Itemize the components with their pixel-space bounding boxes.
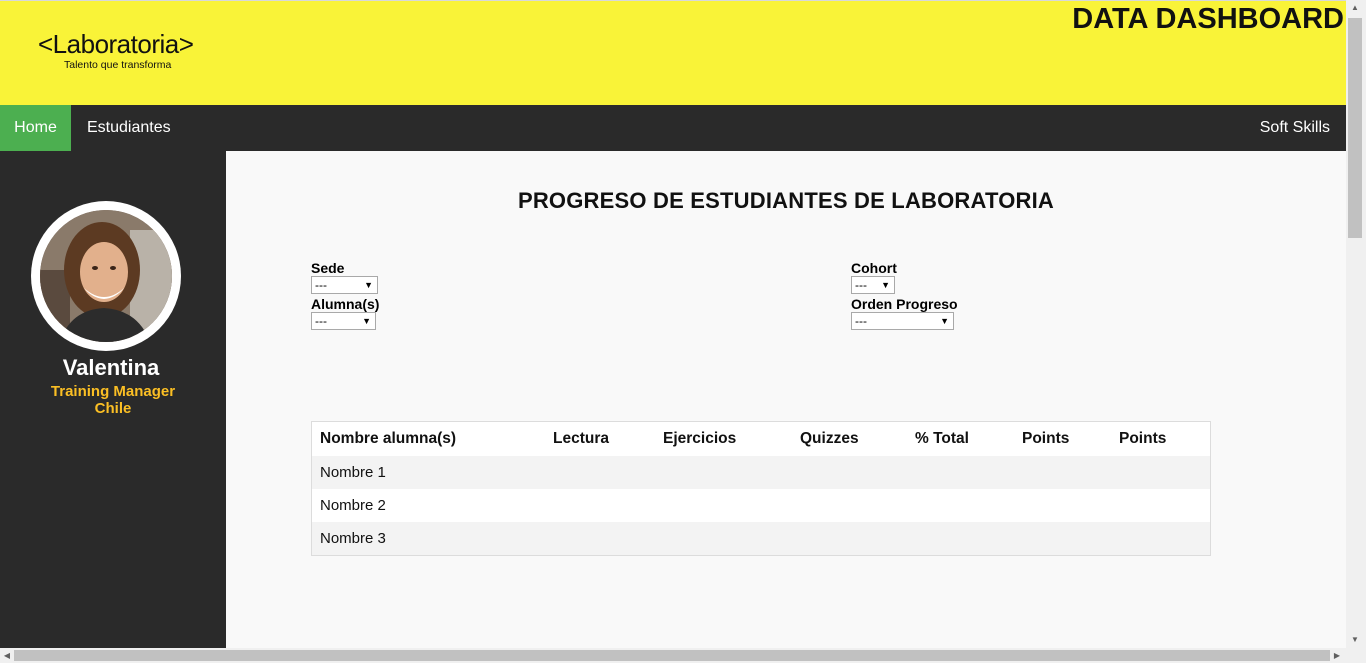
- alumnas-select-value: ---: [315, 314, 327, 328]
- table-row[interactable]: Nombre 1: [312, 456, 1210, 489]
- user-role: Training Manager: [50, 383, 176, 400]
- nav-students-tab[interactable]: Estudiantes: [71, 105, 187, 151]
- chevron-down-icon: ▼: [881, 280, 890, 290]
- user-location: Chile: [94, 400, 132, 417]
- scroll-left-icon[interactable]: ◀: [0, 648, 14, 663]
- column-header: Points: [1022, 430, 1070, 447]
- student-name: Nombre 2: [320, 497, 386, 514]
- alumnas-select[interactable]: --- ▼: [311, 312, 376, 330]
- user-role-block: Training Manager Chile: [0, 383, 226, 417]
- table-row[interactable]: Nombre 2: [312, 489, 1210, 522]
- horizontal-scroll-thumb[interactable]: [14, 650, 1330, 661]
- logo-tagline: Talento que transforma: [64, 59, 172, 71]
- orden-progreso-select-value: ---: [855, 314, 867, 328]
- dashboard-title: DATA DASHBOARD: [1072, 3, 1344, 35]
- column-header: Lectura: [553, 430, 609, 447]
- sede-select[interactable]: --- ▼: [311, 276, 378, 294]
- main-content: PROGRESO DE ESTUDIANTES DE LABORATORIA S…: [226, 151, 1346, 648]
- scroll-right-icon[interactable]: ▶: [1330, 648, 1344, 663]
- sede-label: Sede: [311, 260, 345, 276]
- column-header: % Total: [915, 430, 969, 447]
- page-title: PROGRESO DE ESTUDIANTES DE LABORATORIA: [517, 188, 1055, 213]
- sidebar: Valentina Training Manager Chile: [0, 151, 226, 648]
- nav-home-tab[interactable]: Home: [0, 105, 71, 151]
- chevron-down-icon: ▼: [940, 316, 949, 326]
- cohort-select-value: ---: [855, 278, 867, 292]
- chevron-down-icon: ▼: [364, 280, 373, 290]
- table-row[interactable]: Nombre 3: [312, 522, 1210, 555]
- column-header: Ejercicios: [663, 430, 737, 447]
- column-header: Points: [1119, 430, 1167, 447]
- student-name: Nombre 1: [320, 464, 386, 481]
- student-name: Nombre 3: [320, 530, 386, 547]
- orden-progreso-label: Orden Progreso: [851, 296, 958, 312]
- user-name: Valentina: [62, 355, 160, 380]
- scroll-up-icon[interactable]: ▲: [1346, 0, 1364, 16]
- top-nav: Home Estudiantes Soft Skills: [0, 105, 1346, 151]
- profile-photo: [40, 210, 172, 342]
- avatar: [31, 201, 181, 351]
- column-header: Nombre alumna(s): [320, 430, 457, 447]
- students-table: Nombre alumna(s) Lectura Ejercicios Quiz…: [311, 421, 1211, 556]
- laboratoria-logo[interactable]: <Laboratoria> Talento que transforma: [38, 29, 228, 79]
- header: <Laboratoria> Talento que transforma DAT…: [0, 0, 1346, 105]
- nav-soft-skills-tab[interactable]: Soft Skills: [1244, 105, 1346, 151]
- logo-text: <Laboratoria>: [38, 29, 194, 59]
- cohort-select[interactable]: --- ▼: [851, 276, 895, 294]
- alumnas-label: Alumna(s): [311, 296, 380, 312]
- cohort-label: Cohort: [851, 260, 897, 276]
- table-header-row: Nombre alumna(s) Lectura Ejercicios Quiz…: [312, 422, 1210, 456]
- chevron-down-icon: ▼: [362, 316, 371, 326]
- scroll-down-icon[interactable]: ▼: [1346, 632, 1364, 648]
- column-header: Quizzes: [800, 430, 859, 447]
- vertical-scrollbar[interactable]: ▲ ▼: [1346, 0, 1366, 648]
- vertical-scroll-thumb[interactable]: [1348, 18, 1362, 238]
- sede-select-value: ---: [315, 278, 327, 292]
- horizontal-scrollbar[interactable]: ◀ ▶: [0, 648, 1366, 663]
- orden-progreso-select[interactable]: --- ▼: [851, 312, 954, 330]
